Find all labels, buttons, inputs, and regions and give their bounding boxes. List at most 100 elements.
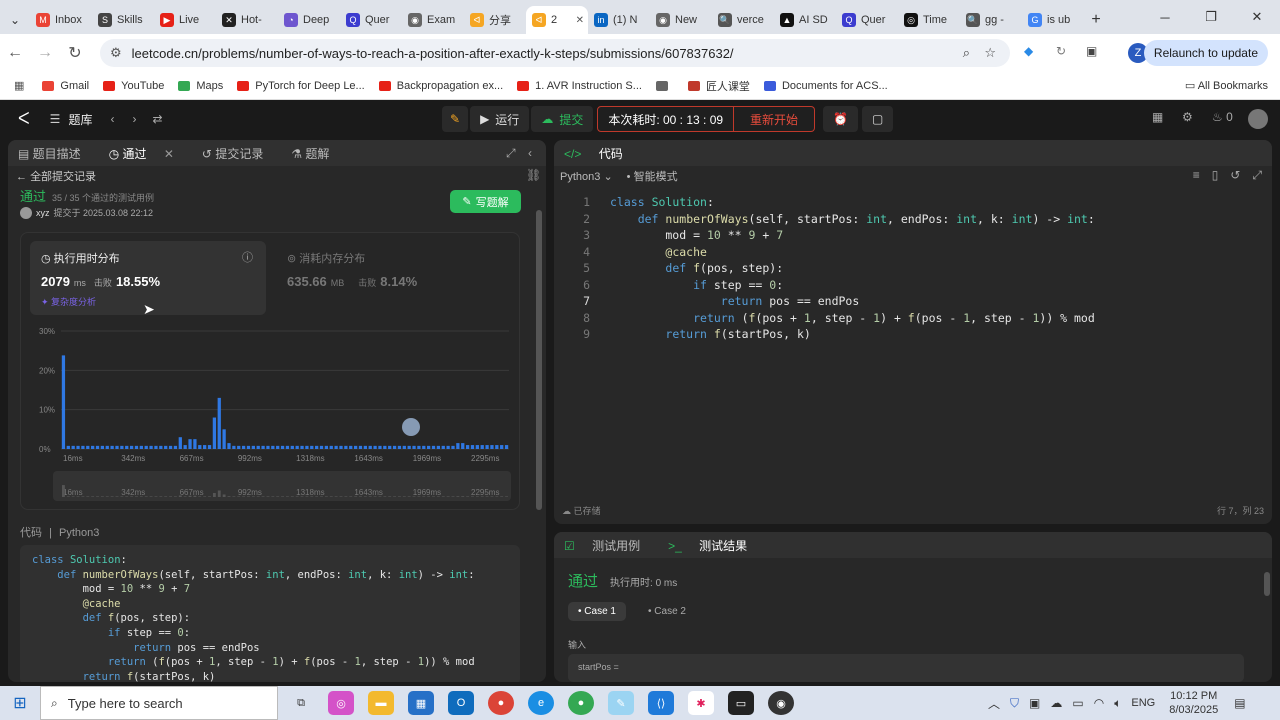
histogram-bar[interactable] [368, 445, 372, 449]
chrome-profile-icon[interactable]: ● [568, 691, 594, 715]
restart-button[interactable]: 重新开始 [734, 106, 816, 132]
histogram-bar[interactable] [61, 355, 66, 449]
close-tab-icon[interactable]: ✕ [164, 147, 174, 161]
forward-icon[interactable]: → [30, 44, 60, 62]
histogram-bar[interactable] [86, 445, 90, 449]
histogram-bar[interactable] [178, 437, 182, 449]
histogram-bar[interactable] [110, 445, 114, 449]
histogram-bar[interactable] [475, 445, 479, 449]
task-view-icon[interactable]: ⧉ [288, 691, 314, 715]
browser-tab[interactable]: ᐊ 2 ✕ [526, 6, 588, 34]
histogram-bar[interactable] [500, 445, 504, 449]
histogram-bar[interactable] [465, 445, 470, 449]
browser-tab[interactable]: 🔍 gg - [960, 6, 1022, 34]
left-scrollbar[interactable] [536, 210, 542, 510]
histogram-bar[interactable] [407, 445, 411, 449]
histogram-bar[interactable] [451, 445, 455, 449]
histogram-bar[interactable] [227, 443, 231, 449]
histogram-bar[interactable] [256, 445, 260, 449]
histogram-bar[interactable] [388, 445, 392, 449]
histogram-bar[interactable] [241, 445, 246, 449]
histogram-bar[interactable] [164, 445, 168, 449]
slack-icon[interactable]: ✱ [688, 691, 714, 715]
bookmark-item[interactable]: Maps [178, 80, 223, 92]
histogram-bar[interactable] [504, 445, 509, 449]
reload-icon[interactable]: ↻ [60, 43, 90, 63]
tab-close-icon[interactable]: ✕ [576, 15, 584, 26]
histogram-bar[interactable] [168, 445, 173, 449]
histogram-bar[interactable] [183, 445, 187, 449]
histogram-bar[interactable] [76, 445, 80, 449]
histogram-bar[interactable] [280, 445, 285, 449]
histogram-bar[interactable] [412, 445, 416, 449]
browser-tab[interactable]: M Inbox [30, 6, 92, 34]
browser-tab[interactable]: ✕ Hot- [216, 6, 278, 34]
battery-icon[interactable]: ▭ [1072, 696, 1083, 710]
histogram-bar[interactable] [91, 445, 95, 449]
histogram-bar[interactable] [324, 445, 329, 449]
bookmark-item[interactable]: YouTube [103, 80, 164, 92]
problem-bank-link[interactable]: 题库 [68, 111, 92, 128]
extension-icon[interactable]: ◆ [1024, 44, 1033, 58]
back-to-submissions[interactable]: ← 全部提交记录 [16, 168, 96, 184]
tab-solutions[interactable]: ⚗ 题解 [291, 145, 343, 162]
histogram-bar[interactable] [105, 445, 109, 449]
bookmark-item[interactable]: 匠人课堂 [687, 78, 750, 94]
histogram-bar[interactable] [295, 445, 299, 449]
histogram-bar[interactable] [251, 445, 255, 449]
histogram-bar[interactable] [353, 445, 358, 449]
histogram-bar[interactable] [66, 445, 70, 449]
histogram-bar[interactable] [383, 445, 387, 449]
histogram-bar[interactable] [232, 445, 236, 449]
histogram-bar[interactable] [417, 445, 421, 449]
histogram-bar[interactable] [329, 445, 333, 449]
layout-icon[interactable]: ▦ [1152, 110, 1163, 124]
code-line[interactable]: 8 return (f(pos + 1, step - 1) + f(pos -… [554, 310, 1264, 327]
extensions-puzzle-icon[interactable]: ▣ [1086, 44, 1097, 58]
histogram-bar[interactable] [436, 445, 441, 449]
chrome-icon[interactable]: ● [488, 691, 514, 715]
histogram-bar[interactable] [203, 445, 207, 449]
zoom-icon[interactable]: ⌕ [963, 45, 970, 61]
bookmark-star-icon[interactable]: ☆ [984, 45, 996, 61]
histogram-bar[interactable] [344, 445, 348, 449]
clock[interactable]: 10:12 PM 8/03/2025 [1169, 689, 1218, 717]
histogram-bar[interactable] [378, 445, 382, 449]
store-icon[interactable]: ▦ [408, 691, 434, 715]
case-1-tab[interactable]: • Case 1 [568, 602, 626, 621]
histogram-bar[interactable] [193, 439, 197, 449]
histogram-bar[interactable] [198, 445, 202, 449]
code-line[interactable]: 9 return f(startPos, k) [554, 326, 1264, 343]
info-icon[interactable]: ⓘ [242, 249, 253, 265]
histogram-bar[interactable] [456, 443, 460, 449]
histogram-bar[interactable] [222, 429, 226, 449]
volume-icon[interactable]: 🔈︎ [1114, 696, 1121, 711]
histogram-bar[interactable] [285, 445, 290, 449]
histogram-bar[interactable] [334, 445, 338, 449]
histogram-bar[interactable] [485, 445, 489, 449]
code-line[interactable]: 4 @cache [554, 244, 1264, 261]
debug-button[interactable]: ✎ [442, 106, 469, 132]
case-2-tab[interactable]: • Case 2 [640, 602, 694, 621]
format-icon[interactable]: ≡ [1193, 168, 1200, 183]
browser-tab[interactable]: ᐊ 分享 [464, 6, 526, 34]
bookmark-icon[interactable]: ▯ [1212, 168, 1219, 183]
windows-start-icon[interactable]: ⊞ [0, 693, 40, 713]
link-icon[interactable]: ⛓ [526, 168, 541, 182]
user-avatar[interactable] [1248, 109, 1268, 129]
fullscreen-icon[interactable]: ⤢ [1252, 168, 1262, 183]
histogram-bar[interactable] [358, 445, 363, 449]
histogram-bar[interactable] [276, 445, 280, 449]
histogram-bar[interactable] [139, 445, 143, 449]
tab-test-result[interactable]: >_ 测试结果 [668, 537, 761, 554]
histogram-bar[interactable] [188, 439, 192, 449]
bookmark-item[interactable]: Backpropagation ex... [378, 80, 503, 92]
tray-chevron-icon[interactable]: ︿ [988, 695, 1000, 712]
histogram-bar[interactable] [237, 445, 241, 449]
undo-reset-icon[interactable]: ↺ [1230, 168, 1240, 183]
browser-tab[interactable]: in (1) N [588, 6, 650, 34]
username[interactable]: xyz [36, 208, 50, 218]
histogram-bar[interactable] [441, 445, 445, 449]
histogram-bar[interactable] [427, 445, 431, 449]
run-button[interactable]: ▶ 运行 [470, 106, 530, 132]
